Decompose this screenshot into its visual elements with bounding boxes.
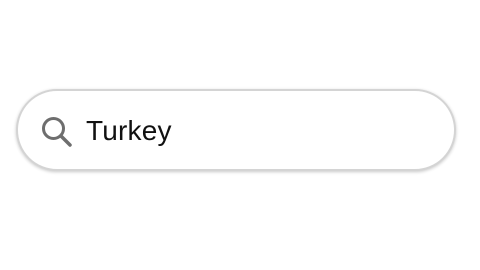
search-bar[interactable] [16, 89, 456, 171]
search-input[interactable] [86, 111, 426, 151]
search-icon [42, 117, 72, 147]
